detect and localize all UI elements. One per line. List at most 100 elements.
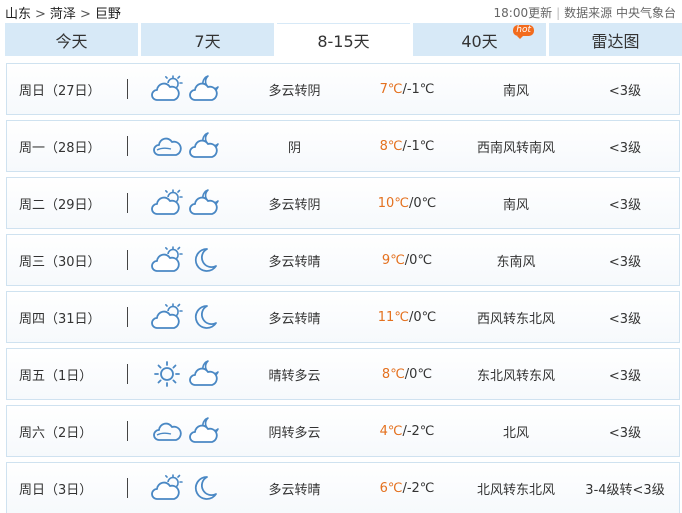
data-source: 数据来源 中央气象台 — [564, 6, 676, 20]
low-temp: /-2℃ — [402, 423, 435, 439]
wind-direction: 北风 — [502, 425, 529, 441]
breadcrumb-separator: > — [35, 7, 46, 22]
wind-direction: 南风 — [502, 83, 529, 99]
column-divider — [127, 364, 128, 384]
breadcrumb-separator: > — [79, 7, 91, 22]
day-row: 周六（2日） 阴转多云 4℃/-2℃ 北风 <3级 — [6, 405, 680, 457]
low-temp: /-1℃ — [402, 138, 435, 154]
temperature: 6℃/-2℃ — [352, 463, 462, 513]
wind-level: <3级 — [608, 83, 642, 99]
day-label: 周五（1日） — [19, 368, 93, 384]
wind-direction: 西风转东北风 — [476, 311, 555, 327]
weather-icons — [151, 292, 231, 342]
breadcrumb-city[interactable]: 菏泽 — [50, 7, 76, 22]
update-time: 18:00更新 — [493, 6, 553, 20]
wind-level: <3级 — [608, 140, 642, 156]
partly-cloudy-night-icon — [189, 132, 221, 160]
day-label: 周一（28日） — [19, 140, 101, 156]
low-temp: /-1℃ — [402, 81, 435, 97]
temperature: 7℃/-1℃ — [352, 64, 462, 114]
weather-icons — [151, 178, 231, 228]
partly-cloudy-night-icon — [189, 360, 221, 388]
wind-level: <3级 — [608, 425, 642, 441]
low-temp: /0℃ — [408, 309, 437, 325]
high-temp: 10℃ — [377, 195, 409, 211]
tab-40days[interactable]: 40天 hot — [413, 23, 546, 56]
temperature: 4℃/-2℃ — [352, 406, 462, 456]
high-temp: 11℃ — [377, 309, 409, 325]
update-info: 18:00更新 | 数据来源 中央气象台 — [494, 4, 676, 21]
tab-label: 雷达图 — [591, 31, 640, 51]
weather-description: 阴转多云 — [268, 425, 321, 441]
column-divider — [127, 136, 128, 156]
day-row: 周日（3日） 多云转晴 6℃/-2℃ 北风转东北风 3-4级转<3级 — [6, 462, 680, 513]
weather-icons — [151, 349, 231, 399]
partly-cloudy-day-icon — [151, 474, 183, 502]
tab-today[interactable]: 今天 — [5, 23, 138, 56]
hot-badge: hot — [513, 25, 534, 39]
temperature: 8℃/0℃ — [352, 349, 462, 399]
weather-description: 多云转阴 — [268, 83, 321, 99]
high-temp: 6℃ — [379, 480, 403, 496]
forecast-list: 周日（27日） 多云转阴 7℃/-1℃ 南风 <3级 周一（28日）阴 8℃/-1℃ 西南风转… — [6, 63, 680, 513]
wind-direction: 东南风 — [496, 254, 536, 270]
weather-description: 晴转多云 — [268, 368, 321, 384]
weather-description: 阴 — [287, 140, 301, 156]
temperature: 10℃/0℃ — [352, 178, 462, 228]
partly-cloudy-day-icon — [151, 303, 183, 331]
high-temp: 7℃ — [379, 81, 403, 97]
breadcrumb-county: 巨野 — [94, 7, 121, 22]
day-label: 周二（29日） — [19, 197, 101, 213]
weather-icons — [151, 235, 231, 285]
column-divider — [127, 250, 128, 270]
wind-direction: 南风 — [502, 197, 529, 213]
column-divider — [127, 307, 128, 327]
day-label: 周日（3日） — [19, 482, 93, 498]
tab-label: 8-15天 — [317, 32, 370, 51]
temperature: 8℃/-1℃ — [352, 121, 462, 171]
weather-icons — [151, 406, 231, 456]
day-row: 周三（30日） 多云转晴 9℃/0℃ 东南风 <3级 — [6, 234, 680, 286]
low-temp: /0℃ — [408, 195, 437, 211]
day-label: 周三（30日） — [19, 254, 101, 270]
moon-icon — [189, 246, 221, 274]
breadcrumb-province[interactable]: 山东 — [5, 7, 31, 22]
wind-direction: 西南风转南风 — [476, 140, 555, 156]
partly-cloudy-night-icon — [189, 417, 221, 445]
weather-description: 多云转晴 — [268, 254, 321, 270]
day-row: 周一（28日） 阴 8℃/-1℃ 西南风转南风 <3级 — [6, 120, 680, 172]
partly-cloudy-day-icon — [151, 246, 183, 274]
meta-divider: | — [556, 6, 561, 20]
weather-description: 多云转阴 — [268, 197, 321, 213]
tab-radar[interactable]: 雷达图 — [549, 23, 682, 56]
temperature: 9℃/0℃ — [352, 235, 462, 285]
day-label: 周日（27日） — [19, 83, 101, 99]
wind-level: <3级 — [608, 311, 642, 327]
day-row: 周五（1日） 晴转多云 8℃/0℃ 东北风转东风 <3级 — [6, 348, 680, 400]
high-temp: 4℃ — [379, 423, 403, 439]
sun-icon — [151, 360, 183, 388]
tab-8-15days[interactable]: 8-15天 — [277, 23, 410, 56]
cloudy-icon — [151, 132, 183, 160]
cloudy-icon — [151, 417, 183, 445]
day-label: 周四（31日） — [19, 311, 101, 327]
wind-direction: 北风转东北风 — [476, 482, 555, 498]
high-temp: 8℃ — [379, 138, 403, 154]
wind-level: <3级 — [608, 197, 642, 213]
day-label: 周六（2日） — [19, 425, 93, 441]
wind-level: 3-4级转<3级 — [585, 482, 665, 498]
tab-7days[interactable]: 7天 — [141, 23, 274, 56]
wind-direction: 东北风转东风 — [476, 368, 555, 384]
low-temp: /0℃ — [404, 366, 433, 382]
partly-cloudy-night-icon — [189, 75, 221, 103]
column-divider — [127, 478, 128, 498]
weather-icons — [151, 463, 231, 513]
wind-level: <3级 — [608, 254, 642, 270]
forecast-tabs: 今天 7天 8-15天 40天 hot 雷达图 — [5, 23, 682, 56]
day-row: 周四（31日） 多云转晴 11℃/0℃ 西风转东北风 <3级 — [6, 291, 680, 343]
moon-icon — [189, 474, 221, 502]
day-row: 周日（27日） 多云转阴 7℃/-1℃ 南风 <3级 — [6, 63, 680, 115]
low-temp: /-2℃ — [402, 480, 435, 496]
temperature: 11℃/0℃ — [352, 292, 462, 342]
moon-icon — [189, 303, 221, 331]
